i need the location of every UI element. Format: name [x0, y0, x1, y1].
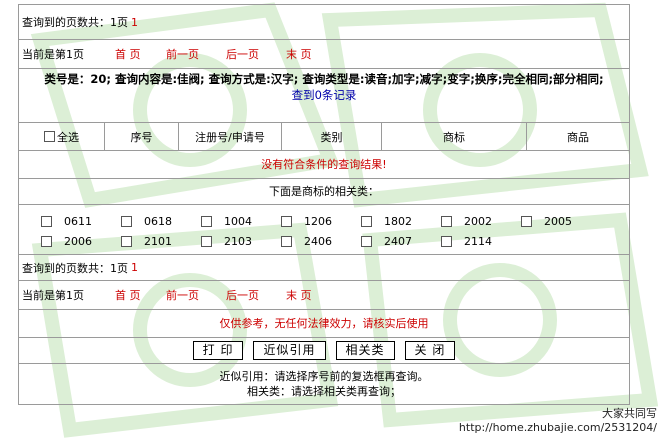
related-class-checkbox[interactable]	[121, 235, 132, 247]
related-class-item[interactable]: 1802	[361, 211, 441, 231]
goods-header: 商品	[567, 130, 589, 144]
last-page-link[interactable]: 末 页	[286, 287, 312, 303]
select-all-checkbox[interactable]	[44, 131, 55, 142]
help-note-similar: 近似引用：请选择序号前的复选框再查询。	[219, 370, 429, 383]
prev-page-link[interactable]: 前一页	[166, 46, 226, 62]
related-class-code: 0618	[144, 214, 172, 228]
no-result-message: 没有符合条件的查询结果!	[19, 151, 629, 179]
related-class-code: 0611	[64, 214, 92, 228]
related-class-code: 2103	[224, 234, 252, 248]
table-header: 全选 序号 注册号/申请号 类别 商标 商品	[19, 123, 629, 151]
related-class-code: 1802	[384, 214, 412, 228]
results-panel: 查询到的页数共：1页 1 当前是第1页 首 页 前一页 后一页 末 页 类号是：…	[18, 4, 630, 405]
result-count-link[interactable]: 查到0条记录	[19, 87, 629, 103]
related-class-code: 2406	[304, 234, 332, 248]
related-class-item[interactable]: 2002	[441, 211, 521, 231]
footer-credit: 大家共同写 http://home.zhubajie.com/2531204/	[459, 407, 657, 435]
related-class-button[interactable]: 相关类	[335, 341, 395, 360]
related-class-item[interactable]: 2006	[41, 231, 121, 251]
related-class-code: 2005	[544, 214, 572, 228]
pagination-row: 当前是第1页 首 页 前一页 后一页 末 页	[19, 40, 629, 69]
close-button[interactable]: 关 闭	[404, 341, 456, 360]
related-class-checkbox[interactable]	[521, 215, 532, 227]
current-page-label: 当前是第1页	[22, 48, 84, 61]
select-all-cell: 全选	[19, 123, 105, 150]
serial-header: 序号	[105, 123, 179, 150]
pagination-row-bottom: 当前是第1页 首 页 前一页 后一页 末 页	[19, 281, 629, 310]
related-class-checkbox[interactable]	[361, 215, 372, 227]
related-class-item[interactable]: 0611	[41, 211, 121, 231]
related-class-item[interactable]: 2103	[201, 231, 281, 251]
page-count-label: 查询到的页数共：1页	[22, 16, 128, 29]
related-class-code: 2101	[144, 234, 172, 248]
related-class-checkbox[interactable]	[121, 215, 132, 227]
page-count-value: 1	[131, 15, 138, 29]
first-page-link[interactable]: 首 页	[115, 46, 166, 62]
related-class-item[interactable]: 1206	[281, 211, 361, 231]
related-class-item[interactable]: 2101	[121, 231, 201, 251]
query-condition-text: 类号是：20; 查询内容是:佳阀; 查询方式是:汉字; 查询类型是:读音;加字;…	[44, 72, 604, 86]
related-class-checkbox[interactable]	[201, 235, 212, 247]
page-count-row-bottom: 查询到的页数共：1页 1	[19, 255, 629, 281]
query-condition-row: 类号是：20; 查询内容是:佳阀; 查询方式是:汉字; 查询类型是:读音;加字;…	[19, 69, 629, 123]
trademark-header: 商标	[382, 123, 527, 150]
footer-author: 大家共同写	[602, 407, 657, 420]
help-notes: 近似引用：请选择序号前的复选框再查询。 相关类：请选择相关类再查询；	[19, 364, 629, 404]
related-class-item[interactable]: 1004	[201, 211, 281, 231]
related-class-item[interactable]: 2406	[281, 231, 361, 251]
disclaimer: 仅供参考，无任何法律效力，请核实后使用	[19, 310, 629, 338]
related-class-item[interactable]: 0618	[121, 211, 201, 231]
current-page-label: 当前是第1页	[22, 289, 84, 302]
reg-no-header: 注册号/申请号	[179, 123, 282, 150]
print-button[interactable]: 打 印	[192, 341, 244, 360]
next-page-link[interactable]: 后一页	[226, 287, 286, 303]
related-class-code: 2114	[464, 234, 492, 248]
prev-page-link[interactable]: 前一页	[166, 287, 226, 303]
related-class-checkbox[interactable]	[41, 215, 52, 227]
related-class-checkbox[interactable]	[281, 235, 292, 247]
related-class-code: 2407	[384, 234, 412, 248]
first-page-link[interactable]: 首 页	[115, 287, 166, 303]
help-note-related: 相关类：请选择相关类再查询；	[247, 385, 401, 398]
page-count-label: 查询到的页数共：1页	[22, 261, 128, 275]
page-count-row: 查询到的页数共：1页 1	[19, 5, 629, 40]
related-classes-title: 下面是商标的相关类：	[19, 179, 629, 205]
last-page-link[interactable]: 末 页	[286, 46, 312, 62]
action-buttons: 打 印 近似引用 相关类 关 闭	[19, 338, 629, 364]
related-class-code: 1206	[304, 214, 332, 228]
select-all-label: 全选	[57, 130, 79, 144]
related-classes-grid: 0611 0618 1004 1206 1802 2002 2005 2006 2101 2103…	[19, 205, 629, 255]
related-class-checkbox[interactable]	[441, 215, 452, 227]
next-page-link[interactable]: 后一页	[226, 46, 286, 62]
related-class-code: 1004	[224, 214, 252, 228]
related-class-checkbox[interactable]	[201, 215, 212, 227]
related-class-item[interactable]: 2407	[361, 231, 441, 251]
related-class-checkbox[interactable]	[441, 235, 452, 247]
similar-cite-button[interactable]: 近似引用	[253, 341, 326, 360]
related-class-checkbox[interactable]	[281, 215, 292, 227]
category-header: 类别	[282, 123, 382, 150]
related-class-item[interactable]: 2005	[521, 211, 601, 231]
related-class-code: 2002	[464, 214, 492, 228]
related-class-code: 2006	[64, 234, 92, 248]
page-count-value: 1	[131, 261, 138, 274]
footer-url: http://home.zhubajie.com/2531204/	[458, 421, 657, 434]
related-class-checkbox[interactable]	[361, 235, 372, 247]
related-class-checkbox[interactable]	[41, 235, 52, 247]
related-class-item[interactable]: 2114	[441, 231, 521, 251]
